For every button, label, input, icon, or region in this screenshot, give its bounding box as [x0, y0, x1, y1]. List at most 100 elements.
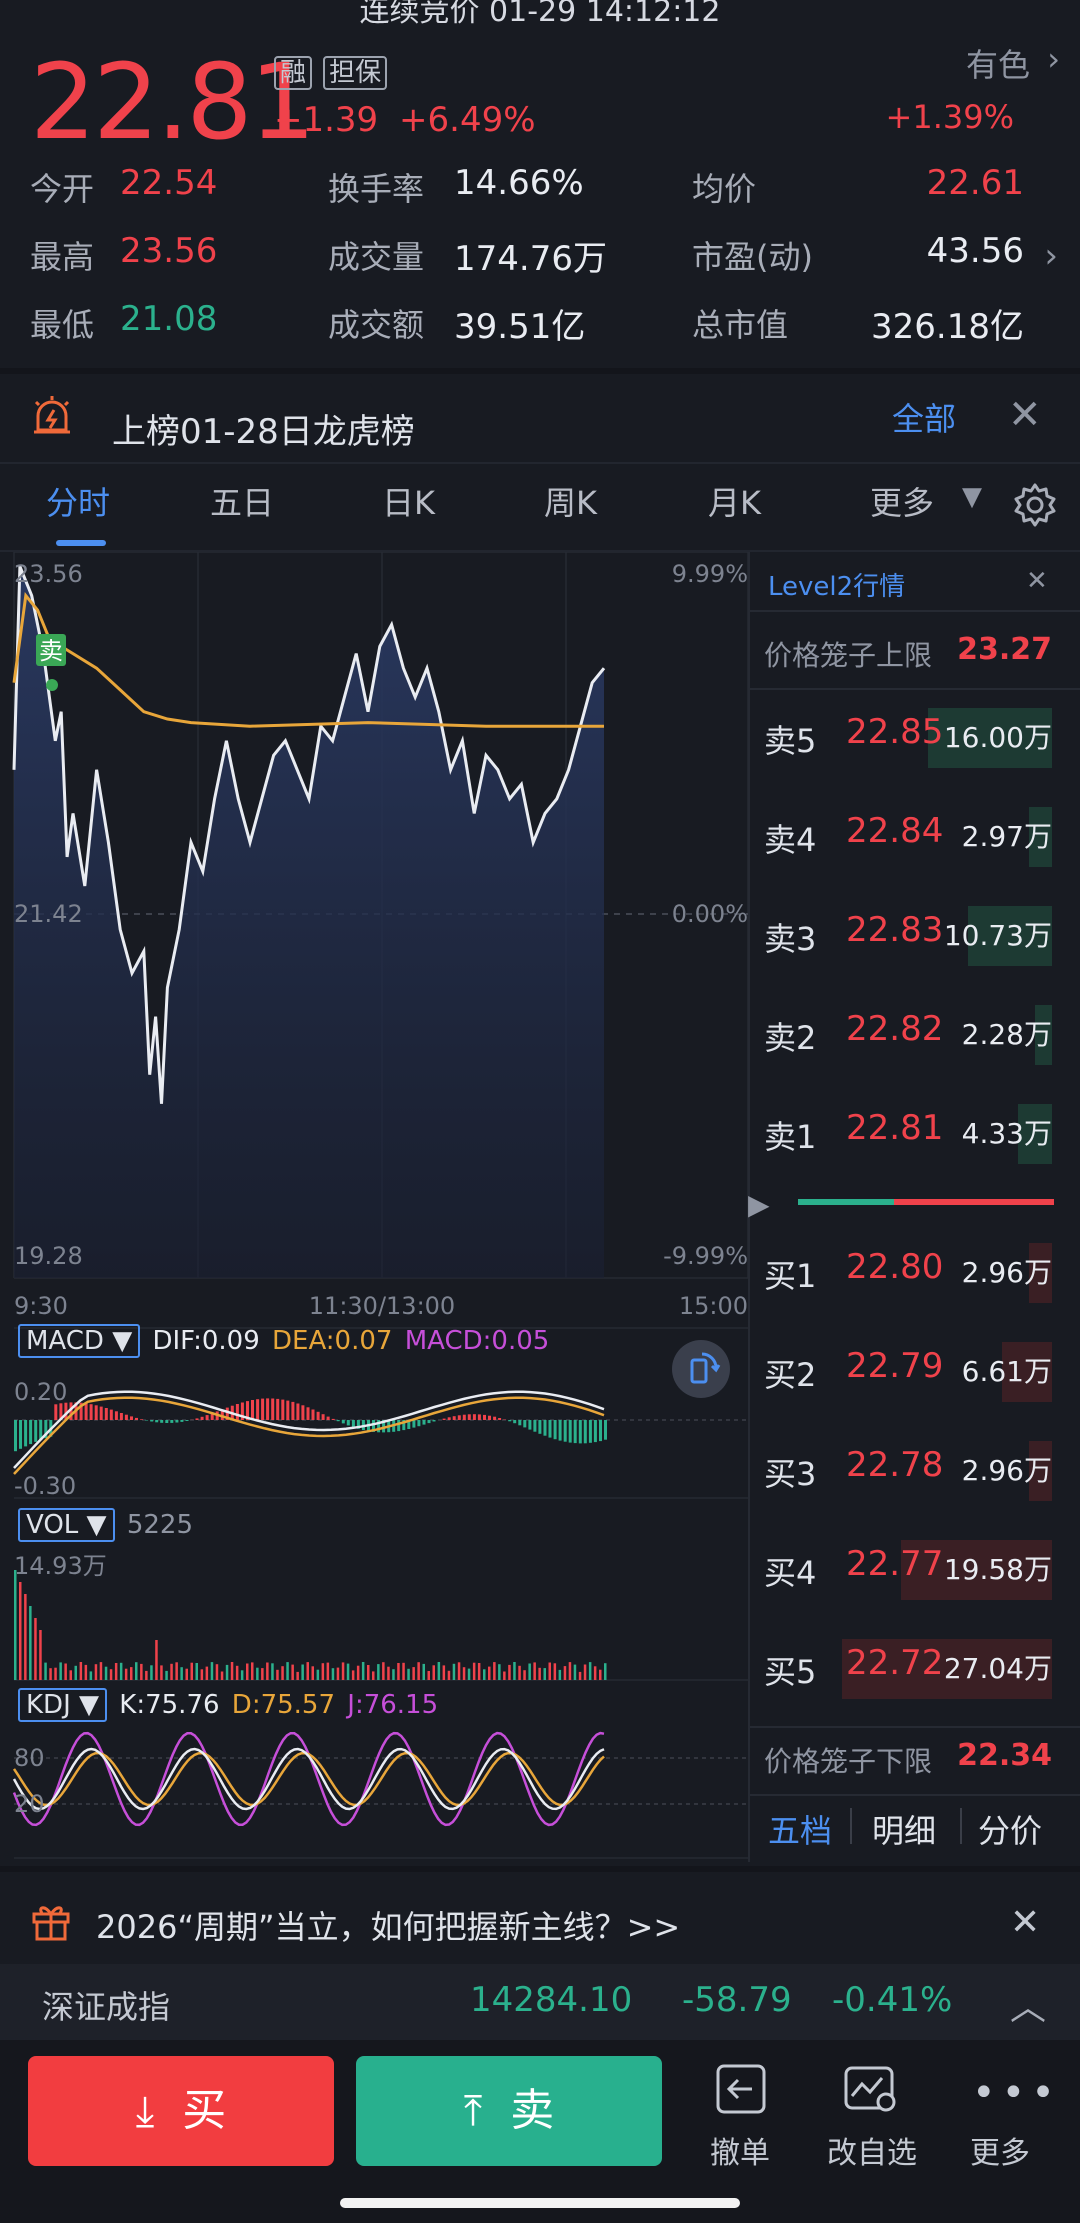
- tab-daily-k[interactable]: 日K: [382, 478, 435, 524]
- level-price: 22.79: [846, 1346, 944, 1386]
- volume-bar: [74, 1665, 77, 1680]
- sell-button[interactable]: ⤒ 卖: [356, 2056, 662, 2166]
- tab-intraday[interactable]: 分时: [46, 478, 110, 524]
- macd-bar: [563, 1420, 567, 1442]
- d-value: D:75.57: [231, 1690, 336, 1720]
- volume-bar: [200, 1669, 204, 1680]
- expand-arrow-icon[interactable]: ▶: [748, 1188, 770, 1221]
- macd-top-value: 0.20: [14, 1378, 67, 1406]
- dragon-tiger-banner[interactable]: 上榜01-28日龙虎榜: [112, 404, 415, 453]
- intraday-chart[interactable]: 卖 23.56 21.42 19.28 9.99% 0.00% -9.99% 9…: [0, 552, 750, 1862]
- cancel-order-icon[interactable]: [712, 2060, 770, 2118]
- volume-bar: [240, 1670, 244, 1680]
- ask-row[interactable]: 卖1 22.81 4.33万: [752, 1104, 1052, 1164]
- macd-bar: [442, 1418, 446, 1420]
- bid-row[interactable]: 买5 22.72 27.04万: [752, 1639, 1052, 1699]
- macd-bar: [145, 1420, 149, 1421]
- time-axis-end: 15:00: [679, 1292, 748, 1320]
- banner-close-icon[interactable]: ✕: [1008, 392, 1042, 438]
- index-expand-icon[interactable]: ︿: [1010, 1978, 1046, 2030]
- macd-bar: [593, 1420, 597, 1443]
- volume-bar: [195, 1663, 198, 1680]
- collateral-tag[interactable]: 担保: [323, 56, 388, 90]
- cancel-order-label[interactable]: 撤单: [690, 2128, 790, 2172]
- level2-title[interactable]: Level2行情: [768, 566, 905, 603]
- buy-button[interactable]: ⤓ 买: [28, 2056, 334, 2166]
- more-dots-icon[interactable]: •••: [972, 2070, 1061, 2116]
- tab-weekly-k[interactable]: 周K: [544, 478, 597, 524]
- more-label[interactable]: 更多: [950, 2128, 1050, 2172]
- level-volume: 2.97万: [961, 820, 1052, 853]
- rotate-screen-icon[interactable]: [672, 1340, 730, 1398]
- volume-bar: [89, 1671, 93, 1680]
- margin-tag[interactable]: 融: [274, 56, 313, 90]
- index-value: 14284.10: [470, 1980, 633, 2020]
- sector-name[interactable]: 有色: [966, 40, 1030, 86]
- volume-bar: [24, 1594, 27, 1680]
- macd-bar: [276, 1398, 280, 1420]
- low-value: 21.08: [120, 299, 218, 339]
- macd-bar: [124, 1414, 128, 1420]
- macd-bar: [251, 1400, 254, 1420]
- volume-bar: [145, 1670, 148, 1680]
- edit-watchlist-label[interactable]: 改自选: [812, 2128, 932, 2172]
- stats-expand-chevron-icon[interactable]: ›: [1044, 236, 1058, 276]
- macd-bar: [548, 1420, 552, 1438]
- settings-gear-icon[interactable]: [1012, 482, 1058, 528]
- open-label: 今开: [30, 170, 95, 208]
- sell-arrow-icon: ⤒: [463, 2086, 483, 2135]
- volume-bar: [583, 1664, 587, 1680]
- bid-row[interactable]: 买3 22.78 2.96万: [752, 1441, 1052, 1501]
- ob-tab-details[interactable]: 明细: [872, 1806, 936, 1852]
- macd-bar: [427, 1420, 431, 1424]
- bid-row[interactable]: 买2 22.79 6.61万: [752, 1342, 1052, 1402]
- ob-tab-price-split[interactable]: 分价: [978, 1806, 1042, 1852]
- level2-close-icon[interactable]: ✕: [1026, 566, 1048, 596]
- volume-bar: [114, 1663, 118, 1680]
- banner-all-link[interactable]: 全部: [892, 394, 956, 440]
- macd-selector[interactable]: MACD ▼: [18, 1324, 141, 1358]
- volume-bar: [180, 1667, 183, 1680]
- tab-five-day[interactable]: 五日: [210, 478, 274, 524]
- tab-monthly-k[interactable]: 月K: [708, 478, 761, 524]
- volume-bar: [402, 1662, 405, 1680]
- ask-row[interactable]: 卖5 22.85 16.00万: [752, 708, 1052, 768]
- promo-link[interactable]: 2026“周期”当立，如何把握新主线？>>: [96, 1902, 680, 1948]
- bid-row[interactable]: 买4 22.77 19.58万: [752, 1540, 1052, 1600]
- tab-more[interactable]: 更多: [870, 478, 934, 524]
- kdj-name: KDJ: [26, 1690, 71, 1720]
- macd-bar: [447, 1417, 451, 1420]
- ob-divider-lower: [750, 1726, 1080, 1728]
- level-price: 22.83: [846, 910, 944, 950]
- volume-bar: [220, 1671, 224, 1680]
- macd-bar: [578, 1420, 582, 1444]
- ask-row[interactable]: 卖4 22.84 2.97万: [752, 807, 1052, 867]
- bid-row[interactable]: 买1 22.80 2.96万: [752, 1243, 1052, 1303]
- volume-bar: [387, 1666, 390, 1680]
- more-dropdown-icon[interactable]: ▼: [962, 482, 982, 512]
- kdj-selector[interactable]: KDJ ▼: [18, 1688, 108, 1722]
- promo-close-icon[interactable]: ✕: [1010, 1902, 1040, 1943]
- macd-bar: [452, 1416, 456, 1420]
- vol-selector[interactable]: VOL ▼: [18, 1508, 115, 1542]
- ob-divider-tabs: [750, 1794, 1080, 1796]
- ob-tab-five-levels[interactable]: 五档: [768, 1806, 832, 1852]
- macd-bar: [533, 1420, 537, 1432]
- macd-bar: [256, 1399, 260, 1420]
- ask-row[interactable]: 卖3 22.83 10.73万: [752, 906, 1052, 966]
- macd-bar: [558, 1420, 562, 1441]
- sector-chevron-icon[interactable]: ›: [1047, 40, 1060, 78]
- volume-bar: [447, 1670, 451, 1680]
- macd-bar: [94, 1405, 98, 1420]
- macd-bar: [104, 1408, 108, 1420]
- volume-bar: [235, 1665, 239, 1680]
- volume-bar: [417, 1662, 420, 1680]
- level-volume: 10.73万: [943, 919, 1052, 952]
- macd-bar: [130, 1416, 133, 1420]
- vol-value: 5225: [126, 1510, 193, 1540]
- ob-divider-top: [750, 610, 1080, 612]
- pe-label: 市盈(动): [692, 238, 813, 276]
- kdj-d-line: [12, 1751, 605, 1807]
- edit-watchlist-icon[interactable]: [842, 2060, 900, 2118]
- ask-row[interactable]: 卖2 22.82 2.28万: [752, 1005, 1052, 1065]
